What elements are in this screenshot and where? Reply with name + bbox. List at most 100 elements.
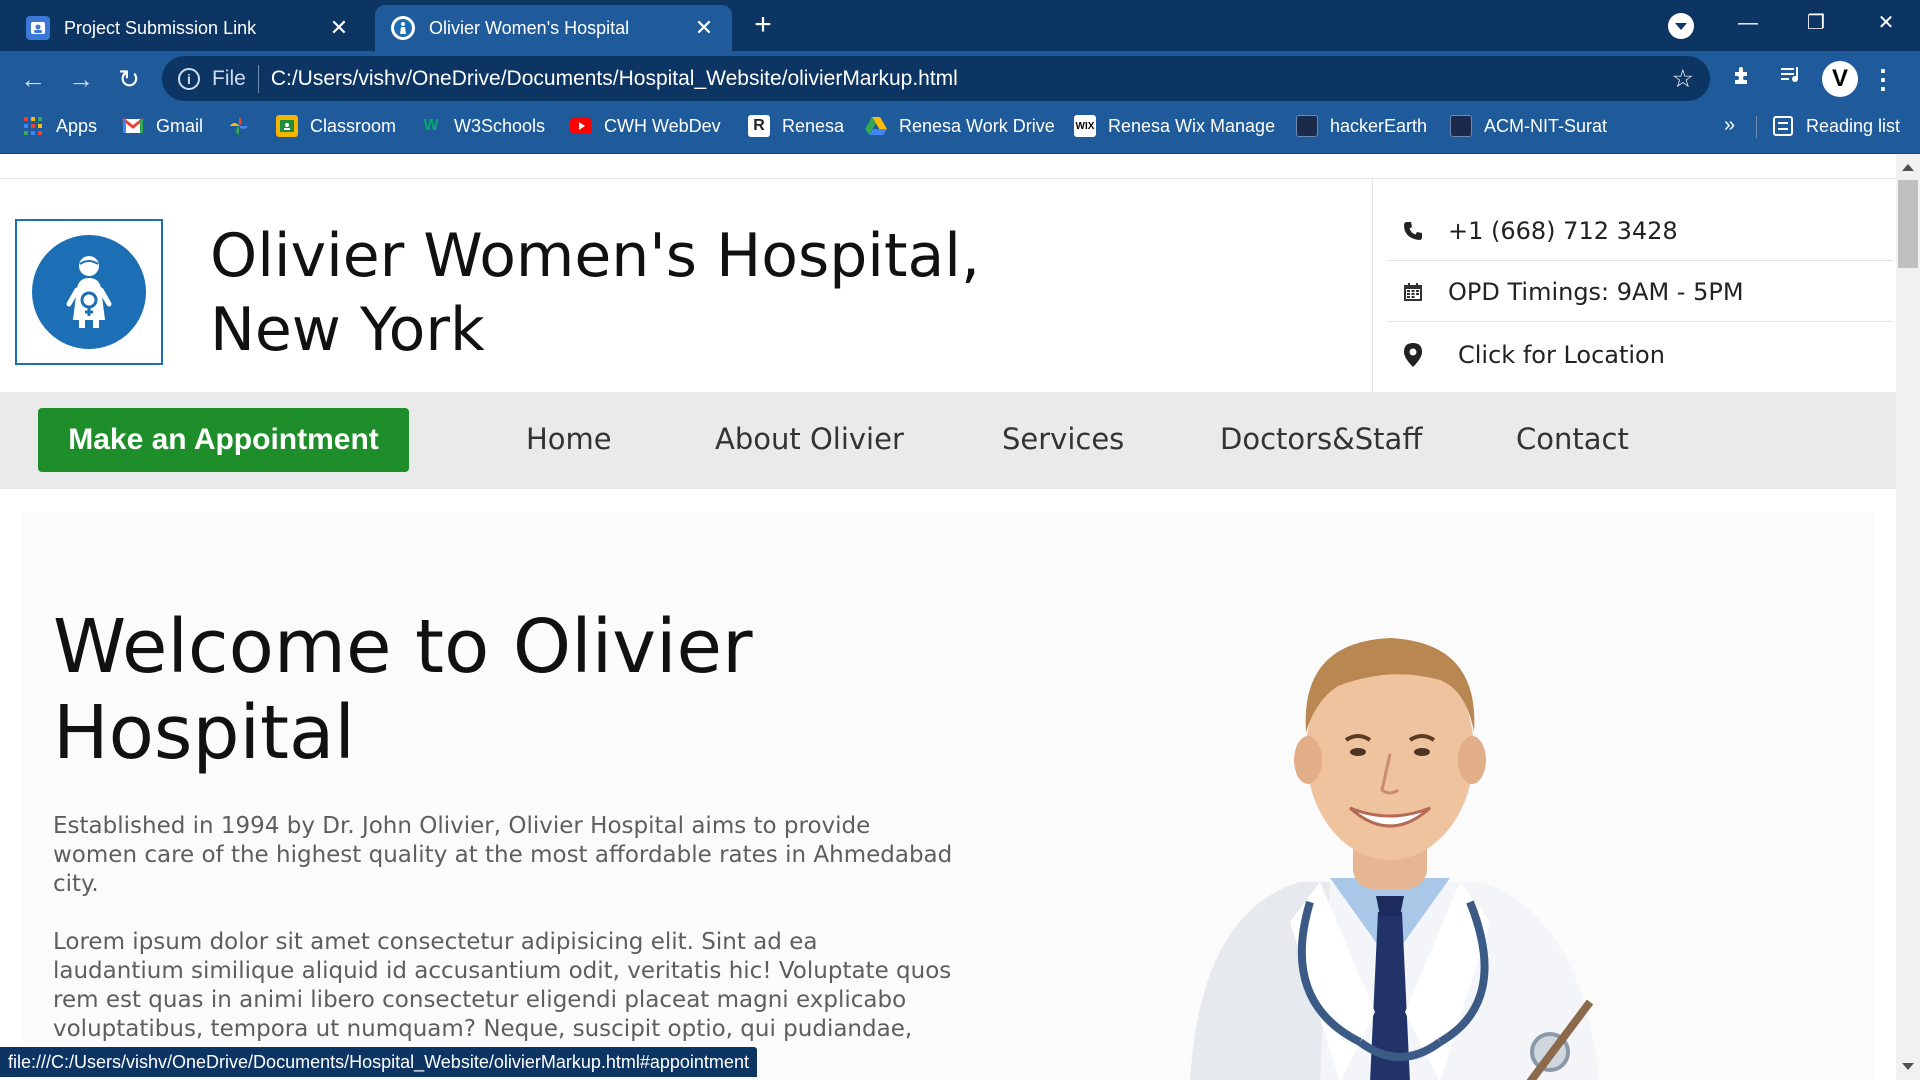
nav-home[interactable]: Home — [526, 422, 612, 456]
bookmark-cwh-webdev[interactable]: CWH WebDev — [570, 106, 721, 146]
minimize-icon[interactable]: — — [1728, 8, 1768, 38]
hospital-icon — [391, 16, 415, 40]
profile-avatar[interactable]: V — [1822, 61, 1858, 97]
scrollbar-thumb[interactable] — [1898, 180, 1918, 268]
reading-list-label: Reading list — [1806, 115, 1901, 136]
contact-location[interactable]: Click for Location — [1388, 325, 1893, 385]
tab-search-icon[interactable] — [1668, 13, 1694, 39]
scroll-down-icon[interactable] — [1902, 1063, 1914, 1070]
phone-icon — [1400, 218, 1426, 244]
acm-icon — [1450, 115, 1472, 137]
extensions-icon[interactable] — [1727, 63, 1759, 95]
nav-doctors-staff[interactable]: Doctors&Staff — [1220, 422, 1422, 456]
url-text[interactable]: C:/Users/vishv/OneDrive/Documents/Hospit… — [271, 67, 958, 91]
bookmark-acm-nit-surat[interactable]: ACM-NIT-Surat — [1450, 106, 1607, 146]
bookmarks-bar: Apps Gmail Classroom W W3Schools CWH Web… — [0, 106, 1920, 154]
wix-icon: WIX — [1074, 115, 1096, 137]
nav-services[interactable]: Services — [1002, 422, 1124, 456]
site-title-line: Olivier Women's Hospital, — [210, 221, 981, 291]
classroom-icon — [26, 16, 50, 40]
hospital-logo[interactable] — [15, 219, 163, 365]
window-close-icon[interactable]: ✕ — [1866, 8, 1906, 38]
bookmark-label: ACM-NIT-Surat — [1484, 115, 1608, 136]
apps-grid-icon — [22, 115, 44, 137]
contact-phone[interactable]: +1 (668) 712 3428 — [1388, 201, 1893, 261]
bookmark-hackerearth[interactable]: hackerEarth — [1296, 106, 1427, 146]
page-scrollbar[interactable] — [1896, 154, 1920, 1080]
site-title: Olivier Women's Hospital, New York — [210, 219, 1110, 367]
bookmark-label: hackerEarth — [1330, 115, 1428, 136]
bookmark-star-icon[interactable]: ☆ — [1672, 64, 1694, 94]
close-icon[interactable]: ✕ — [327, 16, 351, 40]
hero-lorem-text: Lorem ipsum dolor sit amet consectetur a… — [53, 929, 952, 1042]
media-control-icon[interactable] — [1774, 63, 1806, 95]
hero-heading-line: Welcome to Olivier — [53, 604, 753, 690]
nav-about[interactable]: About Olivier — [715, 422, 904, 456]
scroll-up-icon[interactable] — [1902, 164, 1914, 171]
map-pin-icon — [1400, 342, 1426, 368]
link-status-bar: file:///C:/Users/vishv/OneDrive/Document… — [0, 1047, 757, 1077]
tab-project-submission[interactable]: Project Submission Link ✕ — [10, 5, 367, 51]
opd-timings: OPD Timings: 9AM - 5PM — [1448, 277, 1744, 306]
tab-olivier-hospital[interactable]: Olivier Women's Hospital ✕ — [375, 5, 732, 51]
bookmark-label: CWH WebDev — [604, 115, 721, 136]
bookmark-label: Renesa Wix Manage — [1108, 115, 1276, 136]
nav-contact[interactable]: Contact — [1516, 422, 1629, 456]
restore-icon[interactable]: ❐ — [1796, 8, 1836, 38]
hero-section: Welcome to Olivier Hospital Established … — [22, 512, 1874, 1080]
pregnant-woman-icon — [32, 235, 146, 349]
hero-heading-line: Hospital — [53, 690, 355, 776]
google-photos-icon — [228, 115, 250, 137]
url-scheme: File — [212, 64, 259, 93]
bookmark-gmail[interactable]: Gmail — [122, 106, 203, 146]
web-page: Olivier Women's Hospital, New York +1 (6… — [0, 154, 1896, 1080]
new-tab-icon[interactable]: + — [748, 10, 778, 40]
tab-strip: Project Submission Link ✕ Olivier Women'… — [0, 0, 1920, 51]
bookmark-label: Renesa — [782, 115, 845, 136]
bookmark-w3schools[interactable]: W W3Schools — [420, 106, 545, 146]
calendar-icon — [1400, 279, 1426, 305]
bookmark-label: Classroom — [310, 115, 397, 136]
bookmark-label: Apps — [56, 115, 98, 136]
divider — [1756, 116, 1757, 138]
contact-info: +1 (668) 712 3428 OPD Timings: 9AM - 5PM… — [1372, 179, 1896, 393]
location-link[interactable]: Click for Location — [1458, 341, 1665, 369]
browser-toolbar: ← → ↻ i File C:/Users/vishv/OneDrive/Doc… — [0, 51, 1920, 106]
site-nav: Make an Appointment Home About Olivier S… — [0, 392, 1896, 489]
tab-title: Project Submission Link — [64, 17, 257, 38]
bookmark-renesa-wix-manage[interactable]: WIX Renesa Wix Manage — [1074, 106, 1275, 146]
close-icon[interactable]: ✕ — [692, 16, 716, 40]
renesa-icon: R — [748, 115, 770, 137]
bookmark-renesa-work-drive[interactable]: Renesa Work Drive — [865, 106, 1055, 146]
bookmark-label: Gmail — [156, 115, 204, 136]
reload-icon[interactable]: ↻ — [112, 62, 146, 96]
youtube-icon — [570, 115, 592, 137]
doctor-photo — [1190, 638, 1600, 1080]
bookmark-label: Renesa Work Drive — [899, 115, 1055, 136]
bookmark-classroom[interactable]: Classroom — [276, 106, 396, 146]
forward-icon[interactable]: → — [64, 62, 98, 96]
site-header: Olivier Women's Hospital, New York +1 (6… — [0, 178, 1896, 393]
hackerearth-icon — [1296, 115, 1318, 137]
site-title-line: New York — [210, 295, 485, 365]
hero-heading: Welcome to Olivier Hospital — [53, 604, 813, 776]
reading-list-icon — [1772, 115, 1794, 137]
make-appointment-button[interactable]: Make an Appointment — [38, 408, 409, 472]
contact-timings: OPD Timings: 9AM - 5PM — [1388, 262, 1893, 322]
info-icon[interactable]: i — [178, 67, 200, 90]
address-bar[interactable]: i File C:/Users/vishv/OneDrive/Documents… — [162, 56, 1710, 101]
bookmark-google-photos[interactable] — [228, 106, 262, 146]
tab-title: Olivier Women's Hospital — [429, 17, 630, 38]
google-drive-icon — [865, 115, 887, 137]
w3schools-icon: W — [423, 117, 439, 134]
phone-number: +1 (668) 712 3428 — [1448, 216, 1678, 245]
bookmarks-overflow-icon[interactable]: » — [1724, 114, 1735, 137]
bookmark-renesa[interactable]: R Renesa — [748, 106, 844, 146]
reading-list-button[interactable]: Reading list — [1772, 106, 1900, 146]
back-icon[interactable]: ← — [16, 62, 50, 96]
classroom-icon — [276, 115, 298, 137]
hero-intro-text: Established in 1994 by Dr. John Olivier,… — [53, 813, 953, 897]
bookmark-apps[interactable]: Apps — [22, 106, 97, 146]
menu-kebab-icon[interactable]: ⋮ — [1870, 63, 1896, 95]
bookmark-label: W3Schools — [454, 115, 546, 136]
